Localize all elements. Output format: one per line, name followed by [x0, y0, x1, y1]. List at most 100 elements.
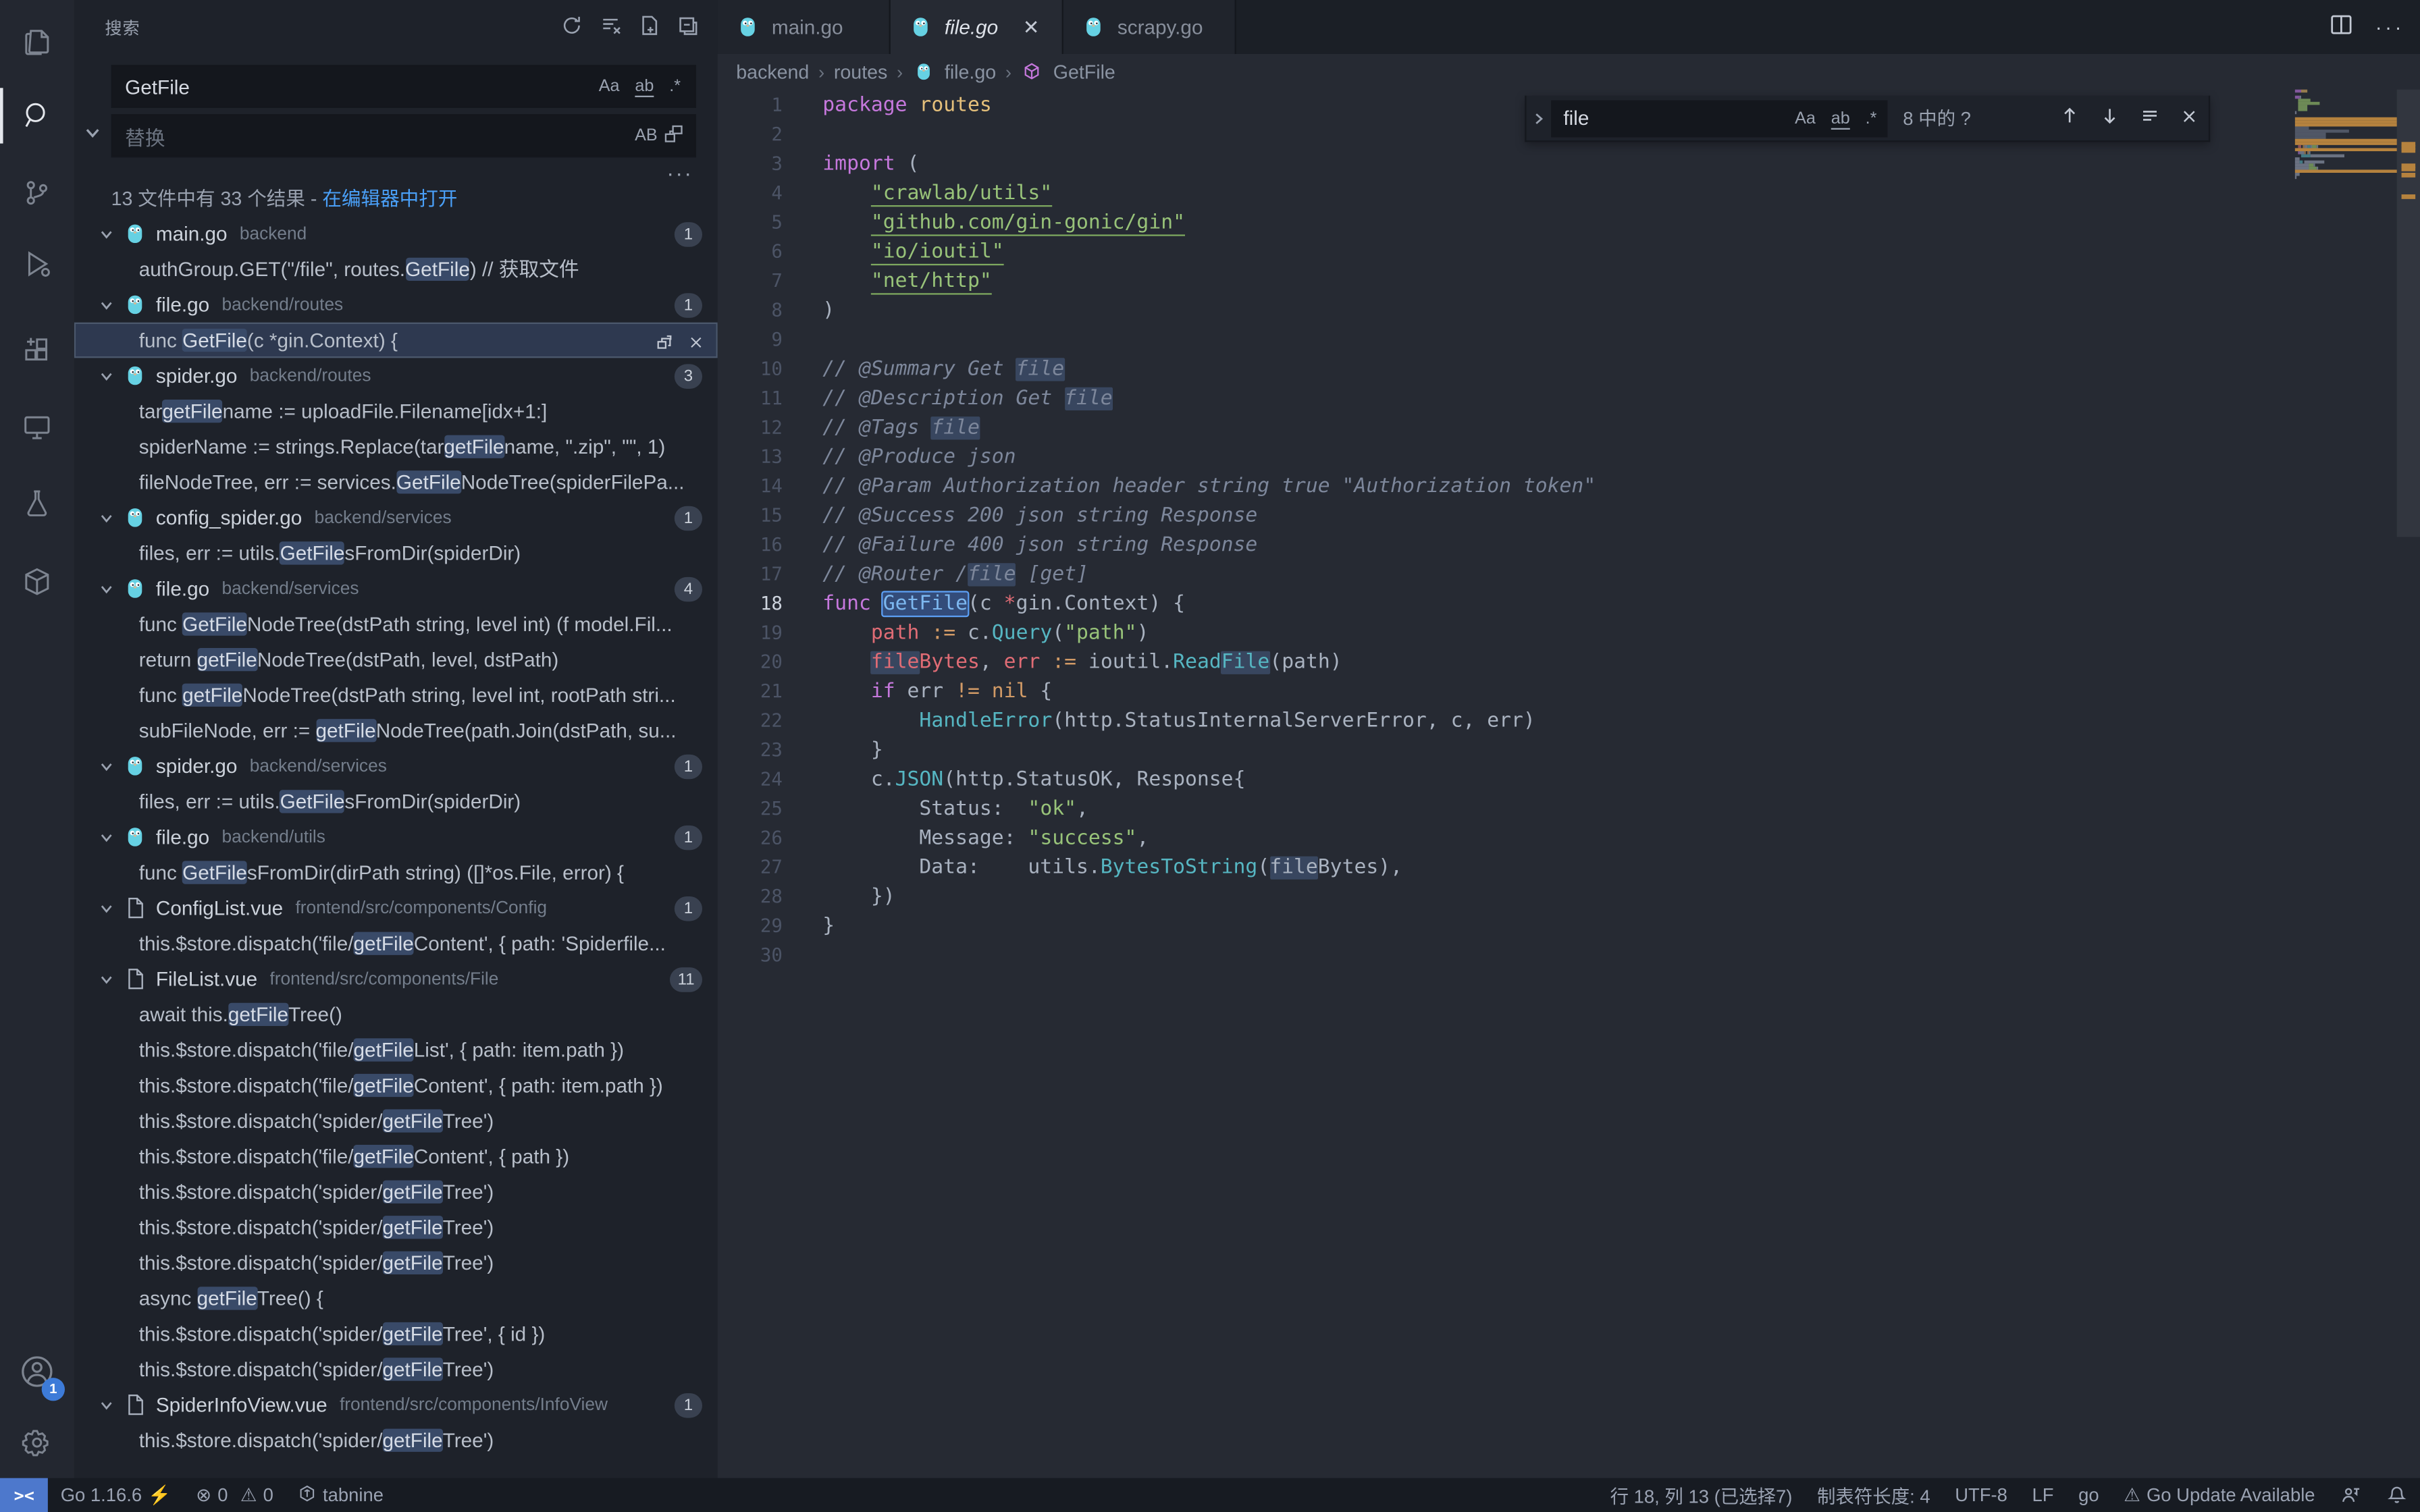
result-match-row[interactable]: fileNodeTree, err := services.GetFileNod… — [74, 464, 718, 500]
replace-all-icon[interactable] — [662, 122, 685, 150]
result-match-row[interactable]: return getFileNodeTree(dstPath, level, d… — [74, 642, 718, 678]
breadcrumb-item[interactable]: routes — [834, 61, 887, 82]
explorer-icon[interactable] — [0, 6, 74, 77]
result-match-row[interactable]: authGroup.GET("/file", routes.GetFile) /… — [74, 252, 718, 288]
result-match-row[interactable]: targetFilename := uploadFile.Filename[id… — [74, 394, 718, 429]
cursor-position-status[interactable]: 行 18, 列 13 (已选择7) — [1598, 1478, 1804, 1512]
result-file-row[interactable]: file.gobackend/routes1 — [74, 287, 718, 323]
result-match-row[interactable]: func GetFile(c *gin.Context) { — [74, 323, 718, 358]
close-tab-icon[interactable]: ✕ — [1023, 15, 1040, 40]
find-in-selection-icon[interactable] — [2139, 105, 2161, 131]
scrollbar-slider[interactable] — [2397, 90, 2420, 537]
find-previous-icon[interactable] — [2059, 105, 2080, 131]
result-file-row[interactable]: SpiderInfoView.vuefrontend/src/component… — [74, 1387, 718, 1423]
testing-icon[interactable] — [0, 468, 74, 539]
result-match-row[interactable]: this.$store.dispatch('spider/getFileTree… — [74, 1422, 718, 1458]
indentation-status[interactable]: 制表符长度: 4 — [1805, 1478, 1943, 1512]
toggle-replace-chevron[interactable] — [80, 102, 105, 163]
result-match-row[interactable]: spiderName := strings.Replace(targetFile… — [74, 429, 718, 464]
search-icon[interactable] — [0, 80, 74, 151]
result-match-row[interactable]: func getFileNodeTree(dstPath string, lev… — [74, 677, 718, 713]
result-match-row[interactable]: func GetFilesFromDir(dirPath string) ([]… — [74, 855, 718, 890]
split-editor-icon[interactable] — [2329, 12, 2354, 41]
find-input[interactable]: file Aa ab .* — [1551, 99, 1887, 136]
replace-input[interactable]: 替换 AB — [111, 114, 696, 157]
breadcrumb-item[interactable]: backend — [736, 61, 809, 82]
breadcrumb-item[interactable]: GetFile — [1053, 61, 1115, 82]
result-file-row[interactable]: spider.gobackend/routes3 — [74, 358, 718, 394]
result-match-row[interactable]: this.$store.dispatch('spider/getFileTree… — [74, 1103, 718, 1139]
find-match-case-toggle[interactable]: Aa — [1790, 107, 1820, 129]
result-match-row[interactable]: this.$store.dispatch('file/getFileConten… — [74, 1068, 718, 1104]
regex-toggle[interactable]: .* — [664, 76, 685, 97]
settings-gear-icon[interactable] — [0, 1407, 74, 1478]
source-control-icon[interactable] — [0, 157, 74, 228]
result-match-row[interactable]: await this.getFileTree() — [74, 997, 718, 1033]
breadcrumb-item[interactable]: file.go — [945, 61, 996, 82]
result-file-row[interactable]: file.gobackend/utils1 — [74, 819, 718, 855]
result-match-row[interactable]: func GetFileNodeTree(dstPath string, lev… — [74, 606, 718, 642]
packages-icon[interactable] — [0, 546, 74, 617]
find-next-icon[interactable] — [2099, 105, 2121, 131]
result-match-row[interactable]: this.$store.dispatch('spider/getFileTree… — [74, 1245, 718, 1281]
go-update-status[interactable]: ⚠Go Update Available — [2111, 1478, 2327, 1512]
accounts-icon[interactable]: 1 — [0, 1336, 74, 1407]
feedback-icon[interactable] — [2327, 1478, 2374, 1512]
go-file-icon — [1082, 16, 1105, 38]
replace-match-icon[interactable] — [654, 327, 675, 358]
problems-status[interactable]: ⊗0 ⚠0 — [184, 1478, 286, 1512]
dismiss-match-icon[interactable] — [687, 327, 705, 358]
encoding-status[interactable]: UTF-8 — [1943, 1478, 2020, 1512]
result-match-row[interactable]: this.$store.dispatch('spider/getFileTree… — [74, 1210, 718, 1245]
result-match-row[interactable]: subFileNode, err := getFileNodeTree(path… — [74, 713, 718, 749]
match-case-toggle[interactable]: Aa — [594, 76, 625, 97]
editor-tab[interactable]: main.go — [718, 0, 891, 54]
refresh-icon[interactable] — [560, 14, 583, 42]
open-new-search-editor-icon[interactable] — [637, 14, 660, 42]
chevron-down-icon — [99, 900, 114, 916]
minimap[interactable] — [2295, 90, 2397, 1478]
find-expand-chevron[interactable] — [1527, 110, 1552, 126]
result-file-row[interactable]: config_spider.gobackend/services1 — [74, 500, 718, 536]
result-match-row[interactable]: this.$store.dispatch('spider/getFileTree… — [74, 1316, 718, 1352]
remote-indicator[interactable]: >< — [0, 1478, 48, 1512]
editor-tab[interactable]: scrapy.go — [1063, 0, 1236, 54]
result-match-row[interactable]: this.$store.dispatch('spider/getFileTree… — [74, 1174, 718, 1210]
eol-status[interactable]: LF — [2020, 1478, 2066, 1512]
whole-word-toggle[interactable]: ab — [631, 76, 659, 97]
collapse-all-icon[interactable] — [676, 14, 699, 42]
find-close-icon[interactable] — [2179, 106, 2199, 131]
code-line: 24 c.JSON(http.StatusOK, Response{ — [718, 765, 1596, 794]
code-line: 13// @Produce json — [718, 443, 1596, 472]
preserve-case-toggle[interactable]: AB — [630, 125, 662, 146]
notifications-bell-icon[interactable] — [2373, 1478, 2420, 1512]
result-match-row[interactable]: this.$store.dispatch('spider/getFileTree… — [74, 1351, 718, 1387]
search-input[interactable]: GetFile Aa ab .* — [111, 65, 696, 108]
run-debug-icon[interactable] — [0, 228, 74, 299]
extensions-icon[interactable] — [0, 315, 74, 385]
find-regex-toggle[interactable]: .* — [1861, 107, 1882, 129]
more-actions-icon[interactable]: ··· — [2375, 16, 2404, 38]
open-in-editor-link[interactable]: 在编辑器中打开 — [322, 188, 457, 210]
result-match-row[interactable]: async getFileTree() { — [74, 1280, 718, 1316]
language-mode-status[interactable]: go — [2066, 1478, 2111, 1512]
code-line: 15// @Success 200 json string Response — [718, 502, 1596, 531]
remote-explorer-icon[interactable] — [0, 392, 74, 463]
go-version-status[interactable]: Go 1.16.6⚡ — [48, 1478, 183, 1512]
result-match-row[interactable]: files, err := utils.GetFilesFromDir(spid… — [74, 784, 718, 819]
tabnine-status[interactable]: tabnine — [286, 1478, 396, 1512]
code-editor[interactable]: 1package routes23import (4 "crawlab/util… — [718, 90, 2420, 1478]
result-match-row[interactable]: files, err := utils.GetFilesFromDir(spid… — [74, 535, 718, 571]
result-file-row[interactable]: FileList.vuefrontend/src/components/File… — [74, 961, 718, 997]
editor-tab[interactable]: file.go✕ — [891, 0, 1063, 54]
result-file-row[interactable]: spider.gobackend/services1 — [74, 749, 718, 784]
result-match-row[interactable]: this.$store.dispatch('file/getFileList',… — [74, 1032, 718, 1068]
clear-search-results-icon[interactable] — [599, 14, 622, 42]
overview-ruler[interactable] — [2397, 90, 2420, 1478]
result-file-row[interactable]: main.gobackend1 — [74, 216, 718, 252]
result-file-row[interactable]: file.gobackend/services4 — [74, 571, 718, 607]
find-whole-word-toggle[interactable]: ab — [1826, 107, 1855, 129]
result-match-row[interactable]: this.$store.dispatch('file/getFileConten… — [74, 925, 718, 961]
result-match-row[interactable]: this.$store.dispatch('file/getFileConten… — [74, 1139, 718, 1174]
result-file-row[interactable]: ConfigList.vuefrontend/src/components/Co… — [74, 890, 718, 926]
